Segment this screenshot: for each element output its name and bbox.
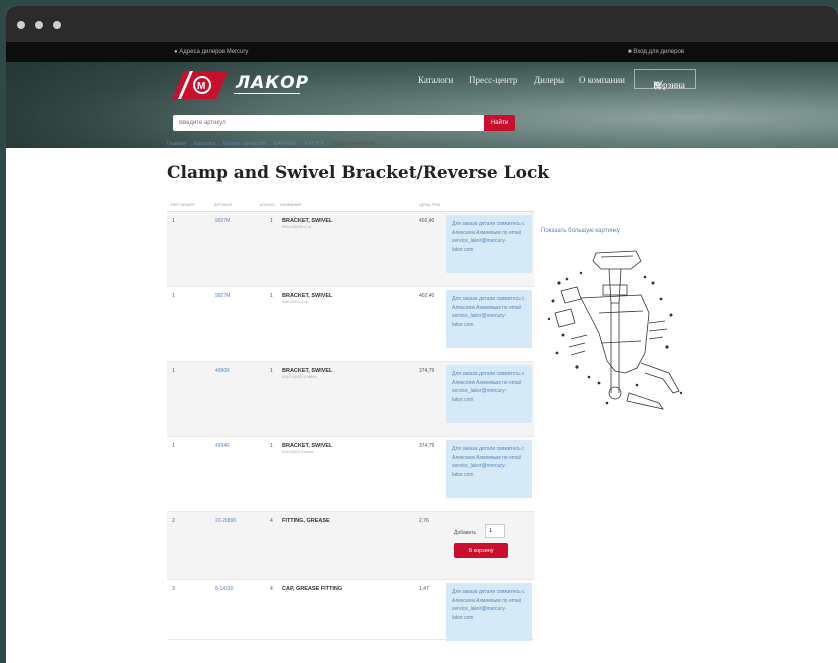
breadcrumb-sep: → bbox=[297, 141, 303, 147]
row-serial: SN# 0-0D001 & below bbox=[282, 375, 317, 379]
row-price: 1,47 bbox=[419, 586, 429, 592]
row-price: 374,79 bbox=[419, 443, 435, 449]
logo-underline bbox=[234, 93, 300, 94]
row-article-link[interactable]: 9927M bbox=[215, 218, 230, 224]
row-ref: 3 bbox=[172, 586, 175, 592]
row-name: BRACKET, SWIVEL bbox=[282, 443, 333, 449]
row-qty: 1 bbox=[270, 368, 273, 374]
row-price: 402,40 bbox=[419, 218, 435, 224]
breadcrumb-model[interactable]: 6 X2 H.P. bbox=[304, 141, 325, 147]
row-serial: SN# 0D000 & up bbox=[282, 300, 309, 304]
breadcrumb-sep: → bbox=[216, 141, 222, 147]
col-ref: Ref номер bbox=[171, 202, 195, 207]
row-ref: 2 bbox=[172, 518, 175, 524]
window-maximize-dot[interactable] bbox=[53, 21, 61, 29]
row-article-link[interactable]: 4990R bbox=[215, 368, 230, 374]
row-name: CAP, GREASE FITTING bbox=[282, 586, 343, 592]
header-hero: M ЛАКОР Каталоги Пресс-центр Дилеры О ко… bbox=[6, 62, 838, 148]
window-titlebar bbox=[6, 6, 838, 42]
top-bar: ● Адреса дилеров Mercury ■ Вход для диле… bbox=[6, 42, 838, 62]
col-qty: Кол-во bbox=[260, 202, 275, 207]
search-input[interactable] bbox=[173, 115, 484, 131]
breadcrumb-sep: → bbox=[326, 141, 332, 147]
row-qty: 4 bbox=[270, 586, 273, 592]
breadcrumb-mariner[interactable]: MARINER bbox=[273, 141, 296, 147]
table-row: 2 22-26890 4 FITTING, GREASE 2,76 Добави… bbox=[167, 512, 534, 580]
row-name: FITTING, GREASE bbox=[282, 518, 330, 524]
table-row: 1 4994R 1 BRACKET, SWIVEL SN# 0D001 & be… bbox=[167, 437, 534, 512]
quantity-input[interactable] bbox=[485, 524, 505, 538]
breadcrumb-catalogs[interactable]: Каталоги bbox=[194, 141, 215, 147]
dealer-login-label: Вход для дилеров bbox=[633, 49, 685, 55]
row-ref: 1 bbox=[172, 218, 175, 224]
row-name: BRACKET, SWIVEL bbox=[282, 368, 333, 374]
row-price: 2,76 bbox=[419, 518, 429, 524]
add-to-cart-button[interactable]: В корзину bbox=[454, 543, 508, 558]
contact-note: Для заказа детали свяжитесь с Алексеем А… bbox=[446, 215, 532, 273]
contact-note: Для заказа детали свяжитесь с Алексеем А… bbox=[446, 365, 532, 423]
window-minimize-dot[interactable] bbox=[35, 21, 43, 29]
contact-note: Для заказа детали свяжитесь с Алексеем А… bbox=[446, 440, 532, 498]
row-serial: SN# 0-0D000 & up bbox=[282, 225, 312, 229]
table-row: 1 9927M 1 BRACKET, SWIVEL SN# 0-0D000 & … bbox=[167, 212, 534, 287]
search-button[interactable]: Найти bbox=[484, 115, 515, 131]
parts-table: Ref номер Артикул Кол-во Название Цена, … bbox=[167, 196, 534, 641]
row-price: 374,79 bbox=[419, 368, 435, 374]
row-qty: 1 bbox=[270, 443, 273, 449]
row-ref: 1 bbox=[172, 293, 175, 299]
breadcrumb-sep: → bbox=[267, 141, 273, 147]
logo-mark-icon[interactable]: M bbox=[172, 71, 228, 99]
table-row: 1 4990R 1 BRACKET, SWIVEL SN# 0-0D001 & … bbox=[167, 362, 534, 437]
browser-window: ● Адреса дилеров Mercury ■ Вход для диле… bbox=[6, 6, 838, 663]
table-row: 1 9927M 1 BRACKET, SWIVEL SN# 0D000 & up… bbox=[167, 287, 534, 362]
dealers-address-link[interactable]: ● Адреса дилеров Mercury bbox=[174, 49, 248, 55]
row-ref: 1 bbox=[172, 368, 175, 374]
breadcrumb-parts-catalog[interactable]: Каталог запчастей bbox=[223, 141, 266, 147]
nav-catalogs[interactable]: Каталоги bbox=[418, 75, 453, 85]
row-name: BRACKET, SWIVEL bbox=[282, 293, 333, 299]
row-price: 402,40 bbox=[419, 293, 435, 299]
window-close-dot[interactable] bbox=[17, 21, 25, 29]
svg-text:M: M bbox=[197, 81, 205, 92]
row-name: BRACKET, SWIVEL bbox=[282, 218, 333, 224]
user-icon: ■ bbox=[628, 49, 632, 55]
dealer-login-link[interactable]: ■ Вход для дилеров bbox=[628, 49, 684, 55]
contact-note: Для заказа детали свяжитесь с Алексеем А… bbox=[446, 290, 532, 348]
nav-press-center[interactable]: Пресс-центр bbox=[469, 75, 517, 85]
row-article-link[interactable]: 4994R bbox=[215, 443, 230, 449]
nav-about[interactable]: О компании bbox=[579, 75, 625, 85]
dealers-address-label: Адреса дилеров Mercury bbox=[179, 49, 249, 55]
breadcrumb-current: Группы запчастей bbox=[332, 141, 375, 147]
table-row: 3 8-14330 4 CAP, GREASE FITTING 1,47 Для… bbox=[167, 580, 534, 641]
logo-text[interactable]: ЛАКОР bbox=[236, 73, 309, 93]
row-serial: SN# 0D001 & below bbox=[282, 450, 314, 454]
cart-label: Корзина bbox=[653, 80, 685, 90]
row-article-link[interactable]: 9927M bbox=[215, 293, 230, 299]
page-title: Clamp and Swivel Bracket/Reverse Lock bbox=[167, 163, 550, 183]
col-article: Артикул bbox=[214, 202, 232, 207]
show-large-image-link[interactable]: Показать большую картинку bbox=[541, 228, 620, 234]
map-pin-icon: ● bbox=[174, 49, 178, 55]
row-qty: 1 bbox=[270, 218, 273, 224]
parts-diagram-image[interactable] bbox=[541, 243, 691, 423]
table-header: Ref номер Артикул Кол-во Название Цена, … bbox=[167, 196, 534, 212]
contact-note: Для заказа детали свяжитесь с Алексеем А… bbox=[446, 583, 532, 641]
nav-dealers[interactable]: Дилеры bbox=[534, 75, 564, 85]
row-qty: 4 bbox=[270, 518, 273, 524]
cart-button[interactable]: 🛒︎ Корзина bbox=[634, 69, 696, 90]
col-price: Цена, руб bbox=[419, 202, 441, 207]
breadcrumb-home[interactable]: Главная bbox=[167, 141, 186, 147]
row-ref: 1 bbox=[172, 443, 175, 449]
breadcrumb-sep: → bbox=[187, 141, 193, 147]
col-name: Название bbox=[280, 202, 302, 207]
row-article-link[interactable]: 22-26890 bbox=[215, 518, 236, 524]
add-quantity-label: Добавить bbox=[454, 530, 477, 536]
row-qty: 1 bbox=[270, 293, 273, 299]
breadcrumb: Главная → Каталоги → Каталог запчастей →… bbox=[167, 141, 374, 147]
row-article-link[interactable]: 8-14330 bbox=[215, 586, 233, 592]
